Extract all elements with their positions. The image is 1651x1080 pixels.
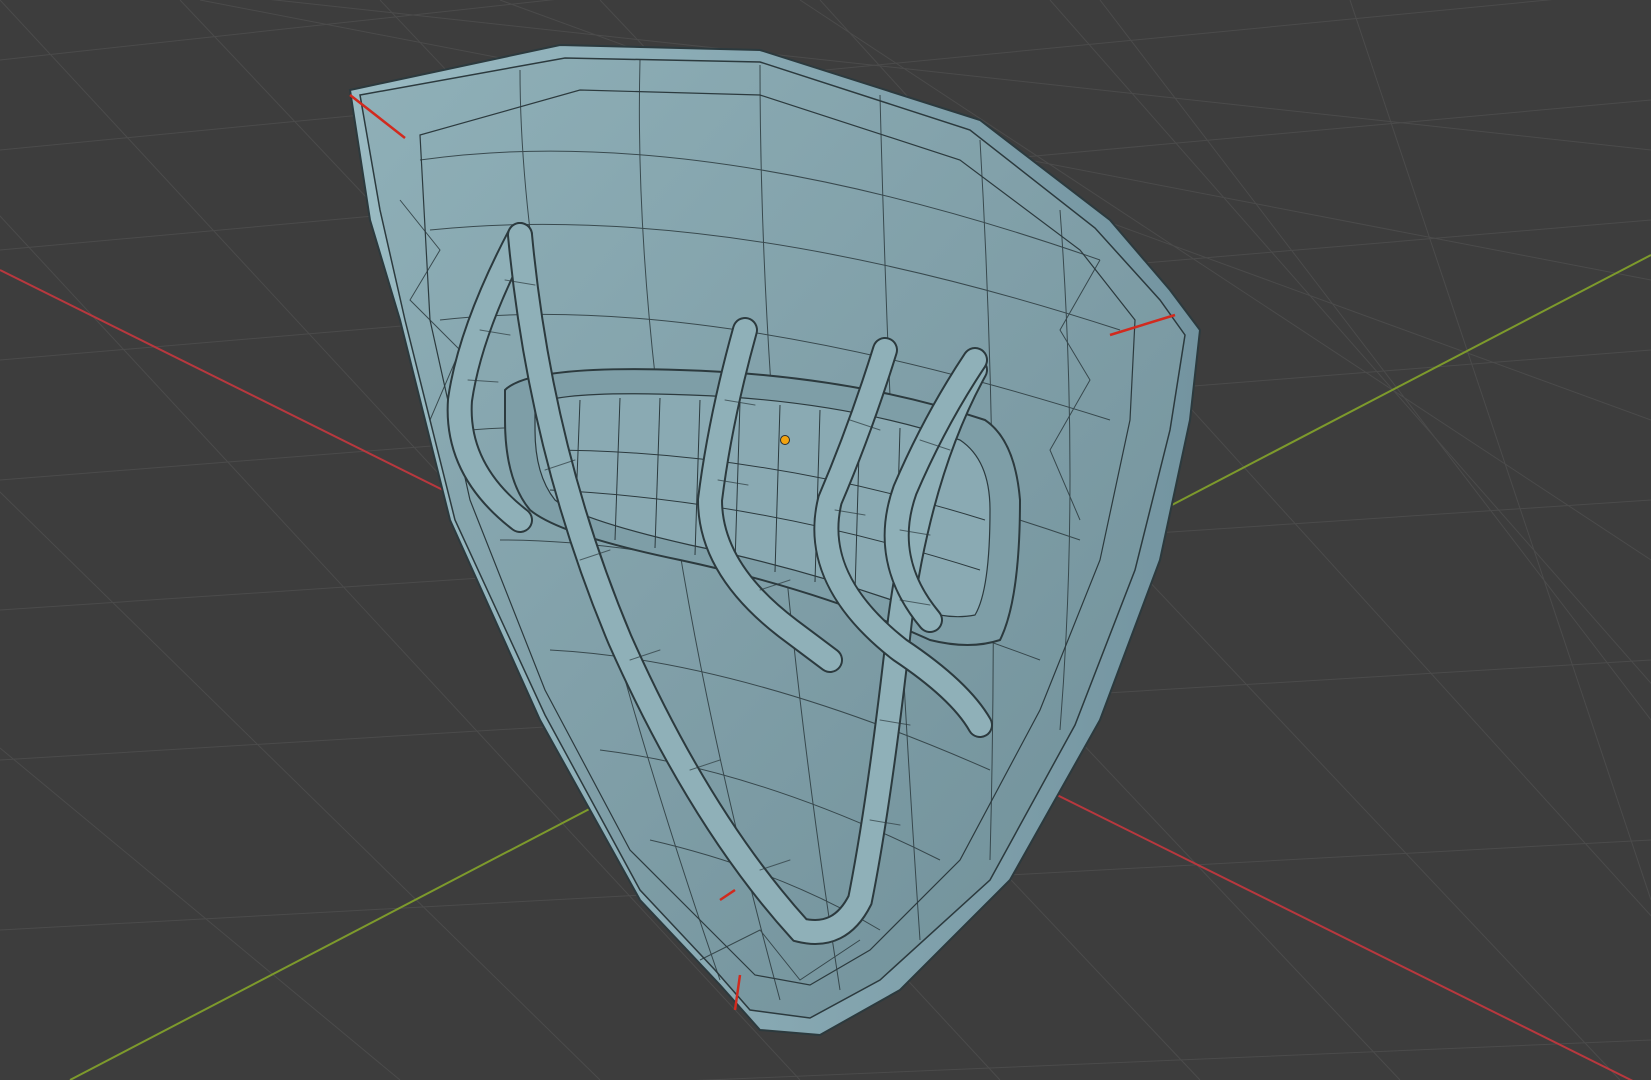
viewport-canvas[interactable]: [0, 0, 1651, 1080]
object-origin-point[interactable]: [780, 435, 790, 445]
3d-viewport[interactable]: [0, 0, 1651, 1080]
shield-mesh[interactable]: [348, 43, 1202, 1037]
